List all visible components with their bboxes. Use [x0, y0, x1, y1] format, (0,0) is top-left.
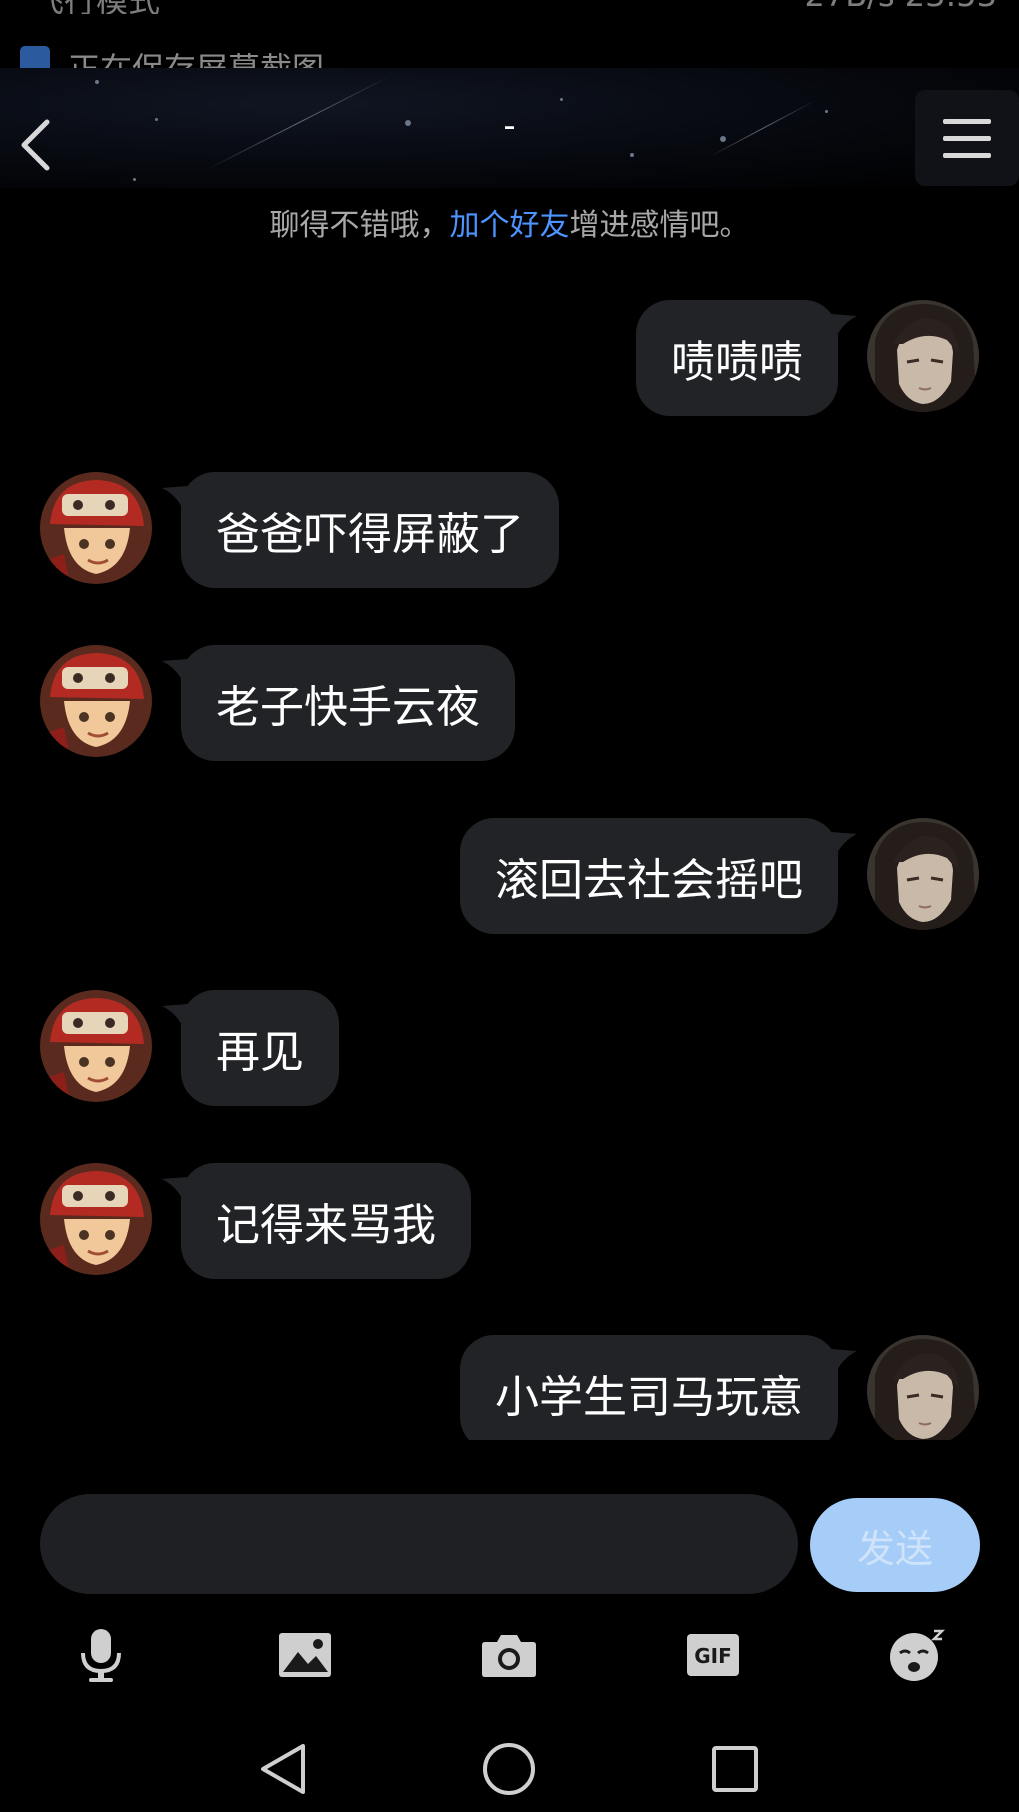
message-bubble[interactable]: 记得来骂我 [181, 1163, 471, 1279]
message-bubble[interactable]: 再见 [181, 990, 339, 1106]
add-friend-link[interactable]: 加个好友 [450, 208, 570, 243]
nav-home-button[interactable] [474, 1734, 544, 1804]
circle-home-icon [483, 1743, 535, 1795]
message-bubble[interactable]: 老子快手云夜 [181, 645, 515, 761]
image-button[interactable] [270, 1620, 340, 1690]
tip-text-before: 聊得不错哦， [269, 208, 450, 243]
camera-icon [482, 1635, 536, 1677]
status-right-text: 27B/s 23:53 [804, 0, 997, 14]
microphone-icon [81, 1629, 121, 1682]
message-input[interactable] [40, 1494, 798, 1594]
message-row: 记得来骂我 [0, 1163, 1019, 1279]
notification-text: 正在保存屏幕截图 [68, 44, 324, 68]
avatar-other[interactable] [40, 645, 152, 757]
screenshot-icon [20, 46, 50, 68]
avatar-self-image [867, 300, 979, 412]
avatar-self-image [867, 818, 979, 930]
message-row: 老子快手云夜 [0, 645, 1019, 761]
menu-icon-line [943, 135, 991, 141]
bubble-tail [831, 1349, 857, 1375]
gif-button[interactable]: GIF [678, 1620, 748, 1690]
avatar-self[interactable] [867, 300, 979, 412]
message-bubble[interactable]: 啧啧啧 [636, 300, 838, 416]
send-button[interactable]: 发送 [810, 1498, 980, 1592]
avatar-other-image [40, 472, 152, 584]
message-bubble[interactable]: 爸爸吓得屏蔽了 [181, 472, 559, 588]
menu-button[interactable] [915, 90, 1019, 186]
avatar-other[interactable] [40, 472, 152, 584]
message-row: 小学生司马玩意 [0, 1335, 1019, 1440]
star-decoration [95, 80, 99, 84]
nav-back-button[interactable] [248, 1734, 318, 1804]
microphone-button[interactable] [66, 1620, 136, 1690]
add-friend-tip: 聊得不错哦，加个好友增进感情吧。 [0, 200, 1019, 244]
avatar-other[interactable] [40, 1163, 152, 1275]
screenshot-notification: 正在保存屏幕截图 [0, 38, 1019, 68]
menu-icon-line [943, 118, 991, 124]
chat-header: - [0, 68, 1019, 188]
star-decoration [133, 178, 136, 181]
chat-title: - [503, 106, 516, 146]
avatar-other-image [40, 1163, 152, 1275]
message-bubble[interactable]: 滚回去社会摇吧 [460, 818, 838, 934]
bubble-tail [831, 314, 857, 340]
tip-text-after: 增进感情吧。 [569, 208, 750, 243]
message-list[interactable]: 啧啧啧 爸爸吓得屏蔽了 老子快手云夜 滚回去社会摇吧 再见 记得来骂我 小学生司… [0, 290, 1019, 1440]
composer: 发送 [0, 1494, 1019, 1594]
chat-screen: 飞行模式 27B/s 23:53 正在保存屏幕截图 - 聊得不错哦，加个好友增进… [0, 0, 1019, 1812]
avatar-other-image [40, 645, 152, 757]
avatar-other[interactable] [40, 990, 152, 1102]
menu-icon-line [943, 152, 991, 158]
message-row: 滚回去社会摇吧 [0, 818, 1019, 934]
status-bar: 飞行模式 27B/s 23:53 [0, 0, 1019, 14]
message-bubble[interactable]: 小学生司马玩意 [460, 1335, 838, 1440]
system-navigation-bar [0, 1720, 1019, 1812]
bubble-tail [831, 832, 857, 858]
avatar-self[interactable] [867, 1335, 979, 1440]
star-decoration [630, 153, 634, 157]
composer-toolbar: GIF [0, 1620, 1019, 1690]
camera-button[interactable] [474, 1620, 544, 1690]
star-decoration [560, 98, 563, 101]
status-left-text: 飞行模式 [32, 0, 160, 14]
nav-recents-button[interactable] [700, 1734, 770, 1804]
square-recents-icon [712, 1746, 758, 1792]
message-row: 爸爸吓得屏蔽了 [0, 472, 1019, 588]
emoji-icon [890, 1629, 946, 1681]
triangle-back-icon [261, 1744, 305, 1794]
avatar-self-image [867, 1335, 979, 1440]
gif-icon: GIF [687, 1634, 739, 1676]
avatar-self[interactable] [867, 818, 979, 930]
image-icon [279, 1633, 331, 1677]
gif-label: GIF [694, 1644, 732, 1668]
message-row: 啧啧啧 [0, 300, 1019, 416]
avatar-other-image [40, 990, 152, 1102]
message-row: 再见 [0, 990, 1019, 1106]
emoji-button[interactable] [882, 1620, 952, 1690]
